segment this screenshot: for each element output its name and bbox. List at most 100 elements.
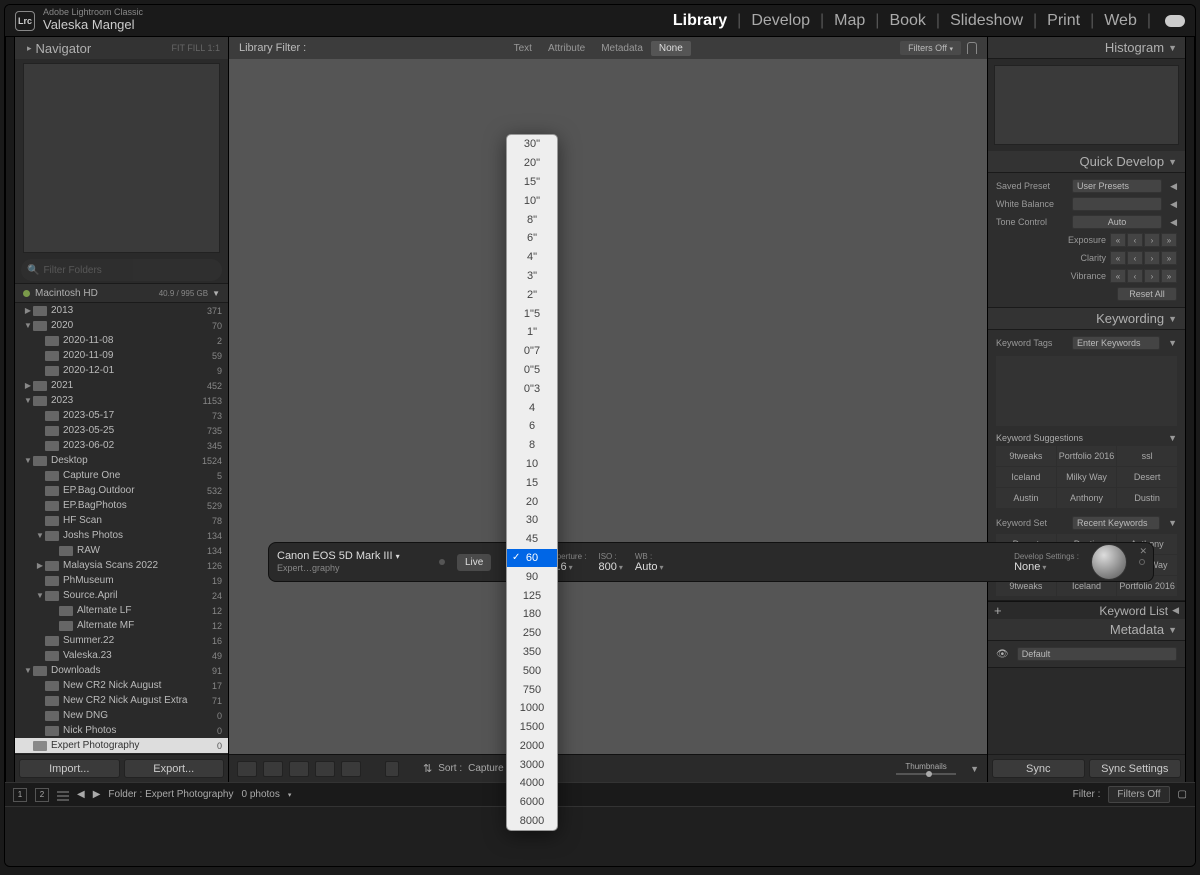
shutter-option[interactable]: 250 <box>507 624 557 643</box>
disclosure-icon[interactable]: ▶ <box>23 381 33 390</box>
navigator-zoom[interactable]: FIT FILL 1:1 <box>171 43 220 53</box>
folder-row[interactable]: EP.Bag.Outdoor532 <box>15 483 228 498</box>
metadata-header[interactable]: Metadata▼ <box>988 619 1185 641</box>
keyword-cell[interactable]: Austin <box>996 555 1056 575</box>
loupe-view-icon[interactable] <box>263 761 283 777</box>
folder-row[interactable]: ▼Joshs Photos134 <box>15 528 228 543</box>
shutter-option[interactable]: 10" <box>507 191 557 210</box>
auto-tone-button[interactable]: Auto <box>1072 215 1162 229</box>
folder-row[interactable]: ▼20231153 <box>15 393 228 408</box>
shutter-option[interactable]: 6000 <box>507 793 557 812</box>
folder-row[interactable]: 2023-05-1773 <box>15 408 228 423</box>
keyword-cell[interactable]: 9tweaks <box>996 446 1056 466</box>
shutter-option[interactable]: 3000 <box>507 755 557 774</box>
shutter-option[interactable]: 750 <box>507 680 557 699</box>
monitor-1-button[interactable]: 1 <box>13 788 27 802</box>
filter-switch-icon[interactable]: ▢ <box>1178 789 1187 800</box>
eye-icon[interactable]: 👁 <box>996 649 1009 660</box>
module-library[interactable]: Library <box>673 12 727 30</box>
keyword-cell[interactable]: 9tweaks <box>996 576 1056 596</box>
keywording-header[interactable]: Keywording▼ <box>988 308 1185 330</box>
grid-view-icon[interactable] <box>237 761 257 777</box>
vibrance-buttons[interactable]: «‹›» <box>1110 269 1177 283</box>
folder-row[interactable]: ▶Malaysia Scans 2022126 <box>15 558 228 573</box>
thumbnail-size-slider[interactable]: Thumbnails <box>896 762 956 775</box>
exposure-buttons[interactable]: «‹›» <box>1110 233 1177 247</box>
lock-icon[interactable] <box>967 42 977 54</box>
keyword-textarea[interactable] <box>996 356 1177 426</box>
shutter-option[interactable]: 0"5 <box>507 361 557 380</box>
folder-row[interactable]: 2020-11-082 <box>15 333 228 348</box>
keyword-cell[interactable]: Desert <box>996 534 1056 554</box>
sort-order-icon[interactable]: ⇅ <box>423 762 432 775</box>
shutter-option[interactable]: 8000 <box>507 812 557 831</box>
filter-folders-search[interactable]: 🔍 Filter Folders <box>21 259 222 281</box>
keyword-cell[interactable]: ssl <box>1057 555 1117 575</box>
navigator-header[interactable]: ▸ Navigator FIT FILL 1:1 <box>15 37 228 59</box>
keyword-cell[interactable]: Iceland <box>996 467 1056 487</box>
filter-tab-text[interactable]: Text <box>506 41 540 56</box>
painter-icon[interactable] <box>385 761 399 777</box>
cloud-sync-icon[interactable] <box>1165 15 1185 27</box>
shutter-option[interactable]: 15" <box>507 173 557 192</box>
shutter-option[interactable]: 1500 <box>507 718 557 737</box>
folder-row[interactable]: 2023-06-02345 <box>15 438 228 453</box>
shutter-option[interactable]: 30" <box>507 135 557 154</box>
module-develop[interactable]: Develop <box>751 12 810 30</box>
folder-row[interactable]: Summer.2216 <box>15 633 228 648</box>
sync-button[interactable]: Sync <box>992 759 1085 778</box>
reset-all-button[interactable]: Reset All <box>1117 287 1177 301</box>
filmstrip-filter-drop[interactable]: Filters Off <box>1108 786 1169 803</box>
shutter-option[interactable]: 30 <box>507 511 557 530</box>
right-edge[interactable] <box>1185 37 1195 782</box>
folder-row[interactable]: PhMuseum19 <box>15 573 228 588</box>
module-slideshow[interactable]: Slideshow <box>950 12 1023 30</box>
shutter-option[interactable]: 4" <box>507 248 557 267</box>
histogram-header[interactable]: Histogram▼ <box>988 37 1185 59</box>
keyword-cell[interactable]: Anthony <box>1057 488 1117 508</box>
keyword-set-drop[interactable]: Recent Keywords <box>1072 516 1160 530</box>
folder-row[interactable]: HF Scan78 <box>15 513 228 528</box>
shutter-option[interactable]: 180 <box>507 605 557 624</box>
toolbar-menu-icon[interactable]: ▼ <box>970 764 979 774</box>
disclosure-icon[interactable]: ▶ <box>35 561 45 570</box>
shutter-option[interactable]: 8" <box>507 210 557 229</box>
keyword-cell[interactable]: Iceland <box>1057 576 1117 596</box>
disclosure-icon[interactable]: ▼ <box>23 666 33 675</box>
shutter-option[interactable]: 350 <box>507 643 557 662</box>
disclosure-icon[interactable]: ▼ <box>35 591 45 600</box>
shutter-option[interactable]: 4 <box>507 398 557 417</box>
filter-tab-none[interactable]: None <box>651 41 691 56</box>
folder-row[interactable]: Valeska.2349 <box>15 648 228 663</box>
folder-row[interactable]: 2020-12-019 <box>15 363 228 378</box>
metadata-preset-drop[interactable]: Default <box>1017 647 1177 661</box>
export-button[interactable]: Export... <box>124 759 225 778</box>
shutter-option[interactable]: 1"5 <box>507 304 557 323</box>
shutter-option[interactable]: 45 <box>507 530 557 549</box>
chevron-left-icon[interactable]: ◀ <box>1170 199 1177 210</box>
keyword-list-header[interactable]: +Keyword List◀ <box>988 601 1185 619</box>
nav-forward-icon[interactable]: ▶ <box>93 789 101 800</box>
folder-row[interactable]: New DNG0 <box>15 708 228 723</box>
module-book[interactable]: Book <box>889 12 925 30</box>
shutter-option[interactable]: 60 <box>507 549 557 568</box>
survey-view-icon[interactable] <box>315 761 335 777</box>
keyword-cell[interactable]: Desert <box>1117 467 1177 487</box>
shutter-option[interactable]: 1" <box>507 323 557 342</box>
monitor-2-button[interactable]: 2 <box>35 788 49 802</box>
keyword-cell[interactable]: Milky Way <box>1117 555 1177 575</box>
quick-develop-header[interactable]: Quick Develop▼ <box>988 151 1185 173</box>
clarity-buttons[interactable]: «‹›» <box>1110 251 1177 265</box>
shutter-option[interactable]: 2" <box>507 285 557 304</box>
chevron-left-icon[interactable]: ◀ <box>1170 181 1177 192</box>
folder-row[interactable]: ▼202070 <box>15 318 228 333</box>
shutter-option[interactable]: 3" <box>507 267 557 286</box>
module-web[interactable]: Web <box>1104 12 1137 30</box>
module-map[interactable]: Map <box>834 12 865 30</box>
wb-drop[interactable] <box>1072 197 1162 211</box>
shutter-option[interactable]: 2000 <box>507 737 557 756</box>
keyword-tags-drop[interactable]: Enter Keywords <box>1072 336 1160 350</box>
volume-header[interactable]: Macintosh HD 40.9 / 995 GB ▼ <box>15 283 228 303</box>
keyword-cell[interactable]: Portfolio 2016 <box>1117 576 1177 596</box>
grid-icon[interactable] <box>57 789 69 801</box>
